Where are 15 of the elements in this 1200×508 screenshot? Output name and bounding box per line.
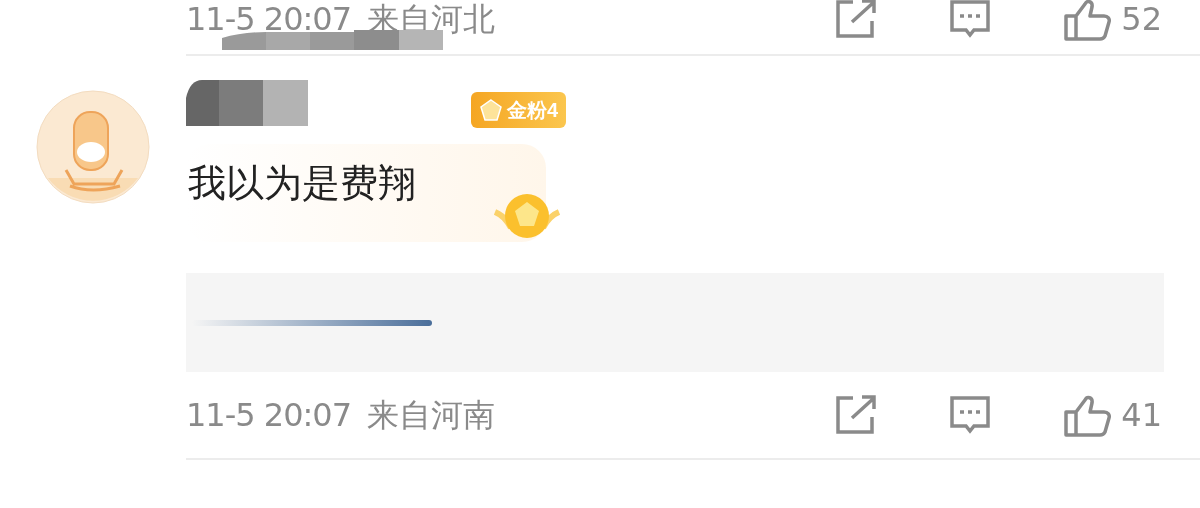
comment-text: 我以为是费翔 — [188, 160, 416, 206]
gem-icon — [479, 98, 503, 122]
comment-time: 11-5 20:07 — [186, 395, 351, 436]
comment-icon[interactable] — [949, 395, 992, 435]
like-count: 41 — [1121, 395, 1162, 436]
comment-location: 来自河南 — [367, 395, 495, 436]
share-icon[interactable] — [835, 395, 878, 435]
thumbs-up-icon[interactable] — [1063, 393, 1112, 437]
like-count: 52 — [1121, 0, 1162, 40]
thumbs-up-icon[interactable] — [1063, 0, 1112, 41]
comment-icon[interactable] — [949, 0, 992, 39]
comment-time: 11-5 20:07 — [186, 0, 351, 40]
fan-badge: 金粉4 — [471, 92, 567, 128]
avatar[interactable] — [36, 90, 150, 204]
share-icon[interactable] — [835, 0, 878, 39]
